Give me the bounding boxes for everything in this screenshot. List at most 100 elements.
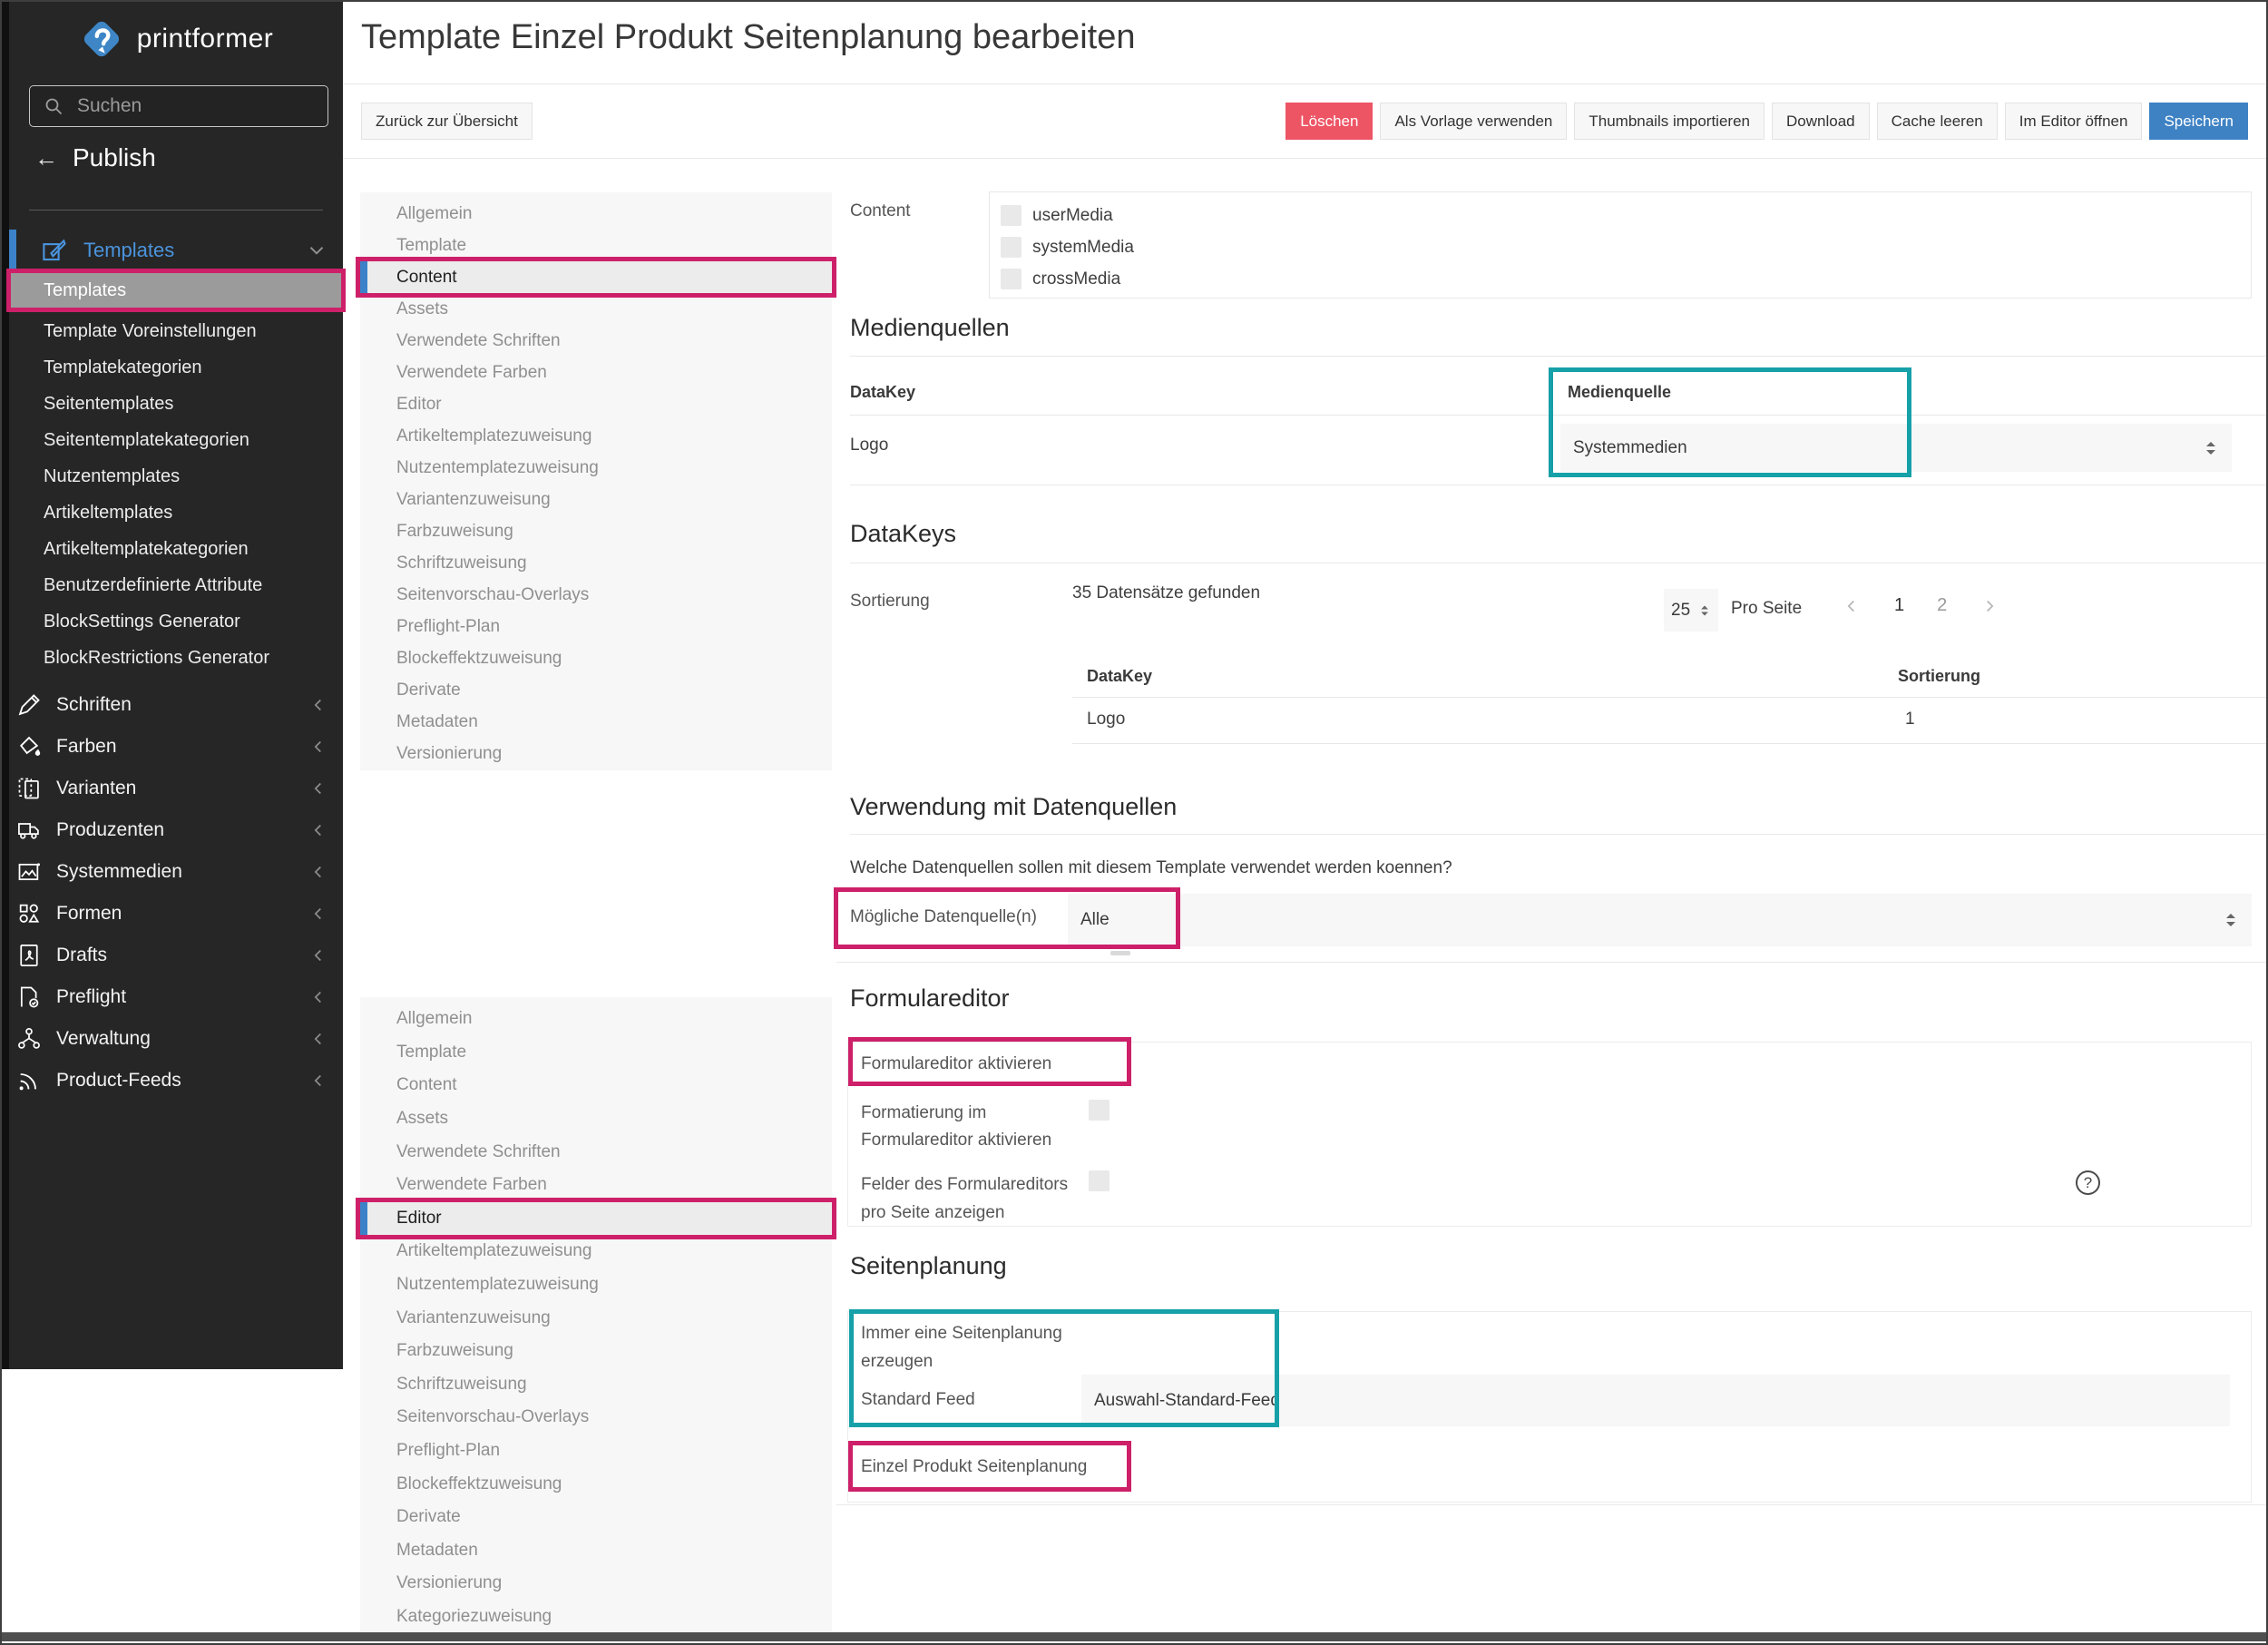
section-menu-item[interactable]: Nutzentemplatezuweisung: [360, 452, 832, 484]
sidebar-sub-item[interactable]: Benutzerdefinierte Attribute: [9, 567, 343, 603]
search-input[interactable]: [75, 94, 315, 118]
formulareditor-aktivieren-label: Formulareditor aktivieren: [861, 1054, 1051, 1074]
sidebar-sub-item[interactable]: Artikeltemplatekategorien: [9, 531, 343, 567]
up-down-arrows-icon: [1698, 602, 1711, 620]
section-menu-item[interactable]: Versionierung: [360, 1567, 832, 1601]
import-thumbnails-button[interactable]: Thumbnails importieren: [1574, 103, 1765, 140]
medienquellen-heading: Medienquellen: [850, 314, 1010, 342]
section-menu-item[interactable]: Verwendete Schriften: [360, 325, 832, 357]
section-menu-item[interactable]: Seitenvorschau-Overlays: [360, 579, 832, 611]
save-button[interactable]: Speichern: [2149, 103, 2248, 140]
section-menu-item[interactable]: Farbzuweisung: [360, 515, 832, 547]
section-menu-item[interactable]: Template: [360, 230, 832, 261]
section-menu-item[interactable]: Editor: [360, 1202, 832, 1236]
back-nav[interactable]: Publish: [34, 143, 156, 172]
section-menu-item[interactable]: Content: [360, 261, 832, 293]
sidebar-sub-item[interactable]: BlockSettings Generator: [9, 603, 343, 640]
printformer-app: printformer Publish Templates: [0, 0, 2268, 1645]
section-menu-item[interactable]: Assets: [360, 293, 832, 325]
section-menu-item[interactable]: Verwendete Schriften: [360, 1135, 832, 1169]
sidebar-sub-item[interactable]: Seitentemplates: [9, 386, 343, 422]
section-menu-item[interactable]: Artikeltemplatezuweisung: [360, 1235, 832, 1268]
scrollbar-thumb[interactable]: [1110, 951, 1130, 955]
section-menu-item[interactable]: Seitenvorschau-Overlays: [360, 1401, 832, 1434]
standard-feed-select[interactable]: Auswahl-Standard-Feed: [1081, 1375, 2230, 1426]
checkbox[interactable]: [1001, 205, 1022, 226]
sidebar-item[interactable]: Produzenten: [9, 809, 343, 851]
clear-cache-button[interactable]: Cache leeren: [1877, 103, 1998, 140]
divider: [850, 415, 2266, 416]
section-menu-item[interactable]: Preflight-Plan: [360, 1434, 832, 1468]
sidebar-item[interactable]: Schriften: [9, 684, 343, 726]
sidebar-sub-item[interactable]: Templates: [9, 271, 343, 309]
section-menu-item[interactable]: Kategoriezuweisung: [360, 1601, 832, 1634]
sidebar-item[interactable]: Verwaltung: [9, 1018, 343, 1060]
section-menu-item[interactable]: Blockeffektzuweisung: [360, 1467, 832, 1501]
section-menu-item[interactable]: Allgemein: [360, 1003, 832, 1036]
sidebar-item[interactable]: Varianten: [9, 768, 343, 809]
sidebar-item[interactable]: Formen: [9, 893, 343, 935]
divider: [836, 962, 2266, 963]
formatierung-checkbox[interactable]: [1089, 1100, 1110, 1121]
sidebar-sub-item[interactable]: Artikeltemplates: [9, 494, 343, 531]
section-menu-item[interactable]: Metadaten: [360, 706, 832, 738]
page-number-current[interactable]: 1: [1894, 595, 1904, 616]
sidebar-sub-item[interactable]: Template Voreinstellungen: [9, 313, 343, 349]
chevron-left-icon: [308, 945, 328, 965]
section-menu-item[interactable]: Content: [360, 1069, 832, 1102]
page-number[interactable]: 2: [1937, 595, 1947, 616]
sidebar-group-templates[interactable]: Templates: [9, 230, 343, 271]
sidebar-item[interactable]: Preflight: [9, 976, 343, 1018]
section-menu-item[interactable]: Editor: [360, 388, 832, 420]
sidebar-divider: [29, 210, 323, 211]
checkbox[interactable]: [1001, 237, 1022, 258]
org-chart-icon: [16, 1025, 44, 1053]
section-menu-item[interactable]: Allgemein: [360, 198, 832, 230]
use-as-template-button[interactable]: Als Vorlage verwenden: [1380, 103, 1567, 140]
question-mark-icon[interactable]: [2076, 1170, 2100, 1195]
delete-button[interactable]: Löschen: [1286, 103, 1373, 140]
felder-pro-seite-checkbox[interactable]: [1089, 1170, 1110, 1191]
checkbox[interactable]: [1001, 269, 1022, 289]
section-menu-item[interactable]: Derivate: [360, 1501, 832, 1534]
per-page-select[interactable]: 25: [1664, 589, 1718, 632]
section-menu-item[interactable]: Artikeltemplatezuweisung: [360, 420, 832, 452]
section-menu-item[interactable]: Template: [360, 1036, 832, 1070]
section-menu-item[interactable]: Schriftzuweisung: [360, 547, 832, 579]
sidebar-item[interactable]: Farben: [9, 726, 343, 768]
chevron-left-icon[interactable]: [1842, 596, 1862, 616]
chevron-left-icon: [308, 904, 328, 924]
section-menu-item[interactable]: Nutzentemplatezuweisung: [360, 1268, 832, 1302]
section-menu-item[interactable]: Versionierung: [360, 738, 832, 769]
section-menu-item[interactable]: Blockeffektzuweisung: [360, 642, 832, 674]
sidebar-sub-item[interactable]: Nutzentemplates: [9, 458, 343, 494]
back-to-overview-button[interactable]: Zurück zur Übersicht: [361, 103, 533, 140]
download-button[interactable]: Download: [1772, 103, 1870, 140]
section-menu-item[interactable]: Variantenzuweisung: [360, 1301, 832, 1335]
section-menu-item[interactable]: Verwendete Farben: [360, 1169, 832, 1202]
chevron-right-icon[interactable]: [1980, 596, 1999, 616]
divider: [1072, 697, 2266, 698]
section-menu-item[interactable]: Verwendete Farben: [360, 357, 832, 388]
section-menu-item[interactable]: Farbzuweisung: [360, 1335, 832, 1368]
sidebar-item[interactable]: Product-Feeds: [9, 1060, 343, 1102]
sidebar-search[interactable]: [29, 85, 328, 127]
arrow-left-icon: [34, 143, 58, 172]
section-menu-item[interactable]: Schriftzuweisung: [360, 1368, 832, 1402]
sidebar-sub-item[interactable]: BlockRestrictions Generator: [9, 640, 343, 676]
medienquelle-select[interactable]: Systemmedien: [1560, 424, 2232, 472]
sidebar-item[interactable]: Drafts: [9, 935, 343, 976]
image-icon: [16, 858, 44, 886]
sidebar-item[interactable]: Systemmedien: [9, 851, 343, 893]
sidebar-sub-item[interactable]: Seitentemplatekategorien: [9, 422, 343, 458]
section-menu-item[interactable]: Derivate: [360, 674, 832, 706]
paint-bucket-icon: [16, 733, 44, 760]
section-menu-item[interactable]: Variantenzuweisung: [360, 484, 832, 515]
section-menu-item[interactable]: Assets: [360, 1102, 832, 1136]
sidebar-sub-item[interactable]: Templatekategorien: [9, 349, 343, 386]
felder-pro-seite-label: Felder des Formulareditors pro Seite anz…: [861, 1170, 1097, 1227]
section-menu-item[interactable]: Metadaten: [360, 1534, 832, 1568]
open-in-editor-button[interactable]: Im Editor öffnen: [2005, 103, 2143, 140]
section-menu-item[interactable]: Preflight-Plan: [360, 611, 832, 642]
datenquelle-select[interactable]: Alle: [1068, 894, 2252, 946]
